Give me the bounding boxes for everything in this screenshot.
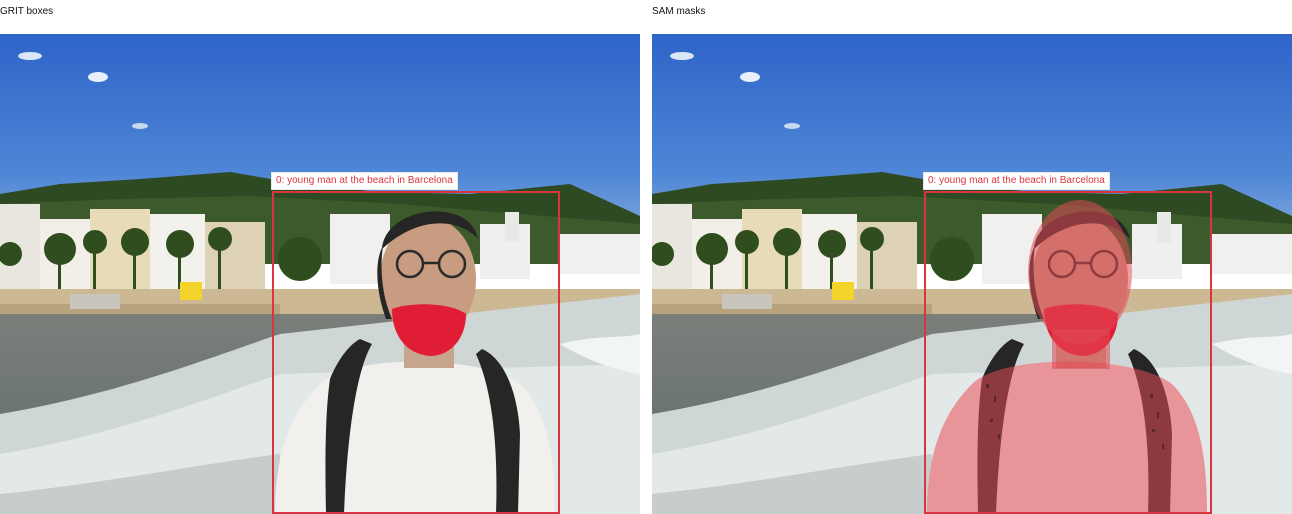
bounding-box [924, 191, 1212, 514]
bounding-box-label: 0: young man at the beach in Barcelona [271, 172, 458, 190]
panel-title: GRIT boxes [0, 6, 54, 17]
bounding-box-label: 0: young man at the beach in Barcelona [923, 172, 1110, 190]
panel-title: SAM masks [652, 6, 706, 17]
grit-boxes-panel: GRIT boxes 0: young man at the beach in … [0, 0, 640, 514]
sam-masks-panel: SAM masks 0: young man at the beach in B… [652, 0, 1292, 514]
bounding-box [272, 191, 560, 514]
